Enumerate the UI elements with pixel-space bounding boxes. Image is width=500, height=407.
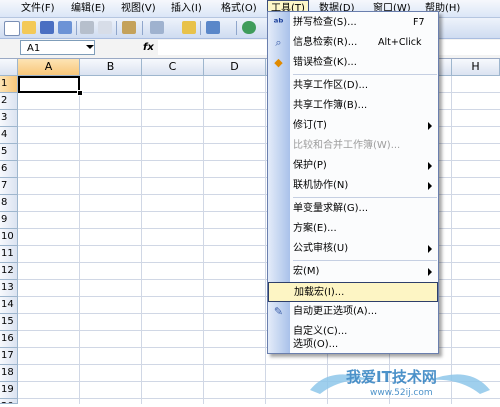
menu-item-formula-auditing[interactable]: 公式审核(U) <box>268 239 438 259</box>
toolbar-separator <box>142 21 143 35</box>
row-header[interactable]: 6 <box>0 161 18 178</box>
menu-item-track-changes[interactable]: 修订(T) <box>268 116 438 136</box>
row-header[interactable]: 20 <box>0 399 18 404</box>
submenu-arrow-icon <box>428 162 432 170</box>
menu-item-share-workbook[interactable]: 共享工作簿(B)... <box>268 96 438 116</box>
fill-handle[interactable] <box>77 90 83 96</box>
row-header[interactable]: 11 <box>0 246 18 263</box>
toolbar-separator <box>236 21 237 35</box>
menu-item-scenarios[interactable]: 方案(E)... <box>268 219 438 239</box>
column-header-a[interactable]: A <box>18 59 80 76</box>
chevron-down-icon[interactable] <box>86 45 94 49</box>
print-preview-icon[interactable] <box>98 21 112 34</box>
menu-item-add-ins[interactable]: 加载宏(I)... <box>268 282 438 302</box>
tools-menu: ᵃᵇ 拼写检查(S)... F7 ⌕ 信息检索(R)... Alt+Click … <box>267 11 439 354</box>
spelling-icon: ᵃᵇ <box>273 16 284 29</box>
toolbar-separator <box>76 21 77 35</box>
new-icon[interactable] <box>4 21 20 36</box>
submenu-arrow-icon <box>428 268 432 276</box>
menu-file[interactable]: 文件(F) <box>18 0 58 17</box>
name-box[interactable]: A1 <box>20 40 95 55</box>
row-header[interactable]: 5 <box>0 144 18 161</box>
row-header[interactable]: 3 <box>0 110 18 127</box>
menu-item-research[interactable]: ⌕ 信息检索(R)... Alt+Click <box>268 33 438 53</box>
toolbar-separator <box>200 21 201 35</box>
watermark-text: 我爱IT技术网 <box>346 368 437 386</box>
row-header[interactable]: 13 <box>0 280 18 297</box>
menu-item-shared-workspace[interactable]: 共享工作区(D)... <box>268 76 438 96</box>
menu-item-error-check[interactable]: ◆ 错误检查(K)... <box>268 53 438 73</box>
column-header-b[interactable]: B <box>80 59 142 76</box>
menu-item-compare-merge: 比较和合并工作簿(W)... <box>293 140 401 151</box>
error-check-icon: ◆ <box>274 56 283 69</box>
research-toolbar-icon[interactable] <box>122 21 136 34</box>
permission-icon[interactable] <box>58 21 72 34</box>
menu-view[interactable]: 视图(V) <box>118 0 159 17</box>
menu-separator <box>293 260 437 261</box>
insert-function-icon[interactable]: fx <box>143 42 154 53</box>
menu-item-goal-seek[interactable]: 单变量求解(G)... <box>268 199 438 219</box>
menu-edit[interactable]: 编辑(E) <box>68 0 108 17</box>
menu-format[interactable]: 格式(O) <box>218 0 260 17</box>
row-header[interactable]: 14 <box>0 297 18 314</box>
submenu-arrow-icon <box>428 245 432 253</box>
menu-item-options[interactable]: 选项(O)... <box>268 336 438 354</box>
row-header[interactable]: 8 <box>0 195 18 212</box>
menu-insert[interactable]: 插入(I) <box>168 0 205 17</box>
row-header[interactable]: 7 <box>0 178 18 195</box>
toolbar-separator <box>116 21 117 35</box>
row-header[interactable]: 18 <box>0 365 18 382</box>
open-icon[interactable] <box>22 21 36 34</box>
submenu-arrow-icon <box>428 182 432 190</box>
paste-icon[interactable] <box>150 21 164 34</box>
menu-item-protection[interactable]: 保护(P) <box>268 156 438 176</box>
hyperlink-icon[interactable] <box>242 21 256 34</box>
menu-item-autocorrect[interactable]: ✎ 自动更正选项(A)... <box>268 302 438 322</box>
site-watermark: 我爱IT技术网 www.52ij.com <box>300 360 500 404</box>
row-header[interactable]: 19 <box>0 382 18 399</box>
submenu-arrow-icon <box>428 122 432 130</box>
format-painter-icon[interactable] <box>182 21 196 34</box>
row-header[interactable]: 4 <box>0 127 18 144</box>
menu-separator <box>293 197 437 198</box>
select-all-corner[interactable] <box>0 59 18 76</box>
active-cell-a1[interactable] <box>18 76 80 93</box>
autocorrect-icon: ✎ <box>273 305 284 318</box>
print-icon[interactable] <box>80 21 94 34</box>
row-header[interactable]: 16 <box>0 331 18 348</box>
row-header[interactable]: 17 <box>0 348 18 365</box>
save-icon[interactable] <box>40 21 54 34</box>
row-header[interactable]: 1 <box>0 76 18 93</box>
row-header[interactable]: 12 <box>0 263 18 280</box>
menu-item-online-collaboration[interactable]: 联机协作(N) <box>268 176 438 196</box>
row-header[interactable]: 10 <box>0 229 18 246</box>
menu-separator <box>293 74 437 75</box>
row-header[interactable]: 15 <box>0 314 18 331</box>
menu-item-spelling[interactable]: ᵃᵇ 拼写检查(S)... F7 <box>268 13 438 33</box>
column-header-d[interactable]: D <box>204 59 266 76</box>
column-header-h[interactable]: H <box>452 59 500 76</box>
row-header[interactable]: 9 <box>0 212 18 229</box>
row-header[interactable]: 2 <box>0 93 18 110</box>
research-icon: ⌕ <box>275 36 282 49</box>
menu-item-macro[interactable]: 宏(M) <box>268 262 438 282</box>
column-header-c[interactable]: C <box>142 59 204 76</box>
undo-icon[interactable] <box>206 21 220 34</box>
watermark-url: www.52ij.com <box>370 388 433 398</box>
